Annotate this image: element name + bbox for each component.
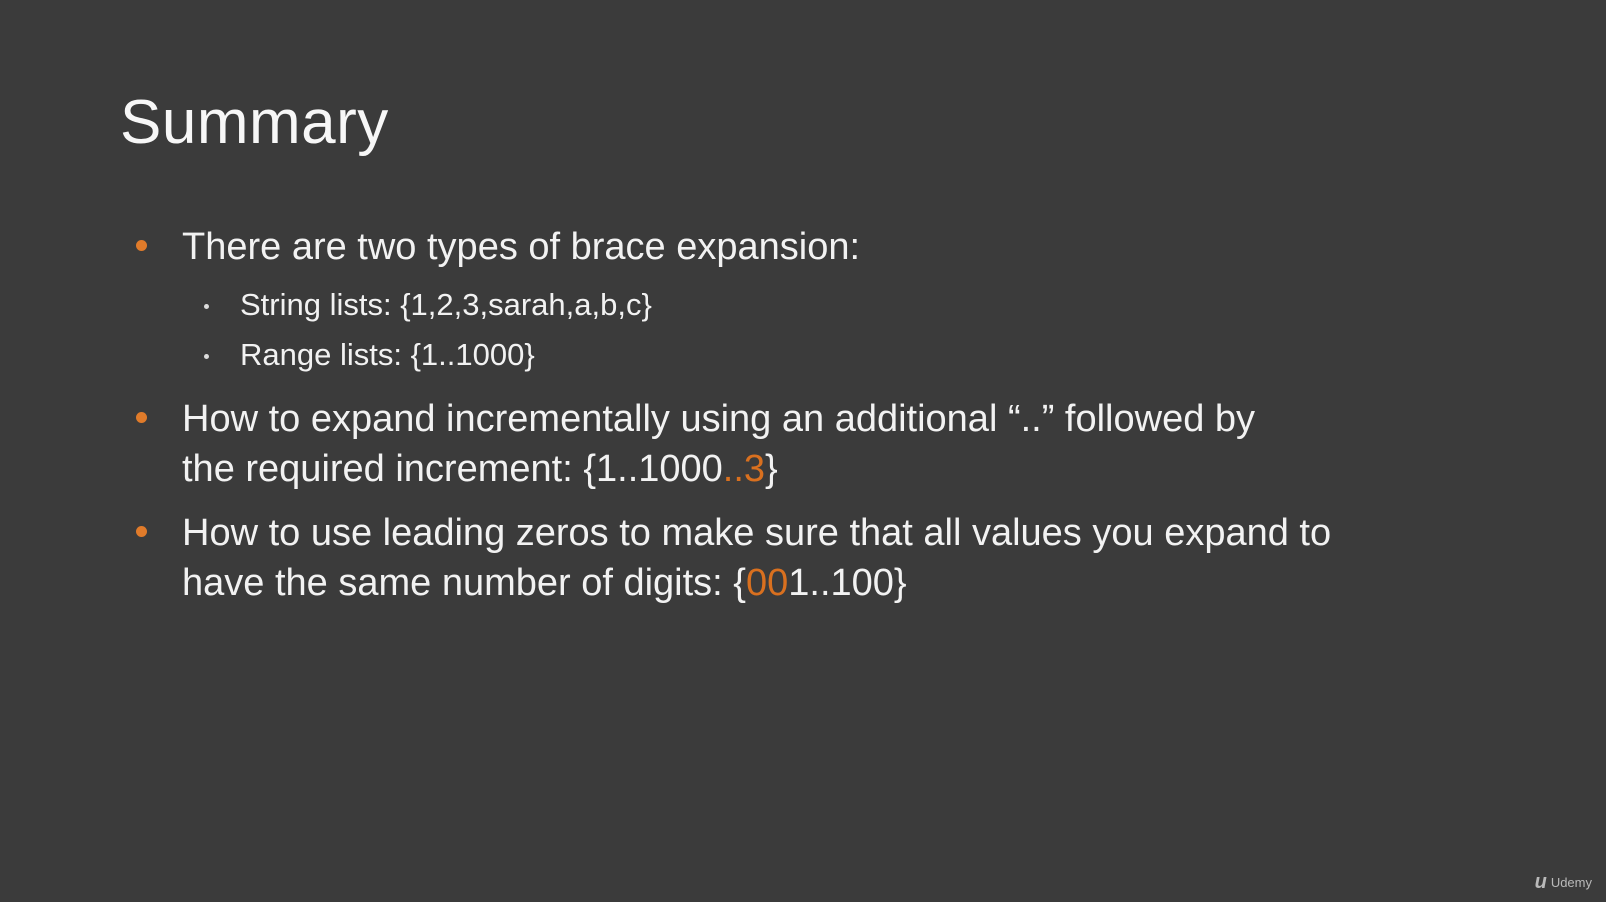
bullet-brace-types: There are two types of brace expansion: … xyxy=(136,222,1516,380)
bullet-line: How to use leading zeros to make sure th… xyxy=(182,512,1332,554)
bullet-line: How to expand incrementally using an add… xyxy=(182,398,1256,440)
slide-title: Summary xyxy=(120,88,389,157)
sub-bullet-text: String lists: {1,2,3,sarah,a,b,c} xyxy=(240,287,652,322)
bullet-text: There are two types of brace expansion: xyxy=(182,226,861,268)
bullet-line: the required increment: {1..1000..3} xyxy=(182,444,1516,494)
sub-bullet-dot-icon xyxy=(204,304,209,309)
bullet-dot-icon xyxy=(136,412,147,423)
highlighted-increment: ..3 xyxy=(722,448,766,490)
sub-bullet-list: String lists: {1,2,3,sarah,a,b,c} Range … xyxy=(182,280,1516,380)
udemy-logo: u Udemy xyxy=(1535,872,1592,892)
bullet-text-segment: } xyxy=(765,448,778,490)
sub-bullet-dot-icon xyxy=(204,354,209,359)
slide: Summary There are two types of brace exp… xyxy=(0,0,1606,902)
bullet-line: have the same number of digits: {001..10… xyxy=(182,558,1516,608)
bullet-text-segment: the required increment: {1..1000 xyxy=(182,448,723,490)
bullet-increment: How to expand incrementally using an add… xyxy=(136,394,1516,494)
sub-bullet-range-lists: Range lists: {1..1000} xyxy=(182,330,1516,380)
sub-bullet-text: Range lists: {1..1000} xyxy=(240,337,535,372)
bullet-dot-icon xyxy=(136,526,147,537)
bullet-text-segment: 1..100} xyxy=(788,562,907,604)
bullet-text-segment: have the same number of digits: { xyxy=(182,562,746,604)
highlighted-zeros: 00 xyxy=(746,562,789,604)
bullet-list: There are two types of brace expansion: … xyxy=(136,222,1516,608)
sub-bullet-string-lists: String lists: {1,2,3,sarah,a,b,c} xyxy=(182,280,1516,330)
logo-text: Udemy xyxy=(1550,874,1592,890)
bullet-leading-zeros: How to use leading zeros to make sure th… xyxy=(136,508,1516,608)
udemy-logo-icon: u xyxy=(1534,871,1547,893)
bullet-dot-icon xyxy=(136,240,147,251)
